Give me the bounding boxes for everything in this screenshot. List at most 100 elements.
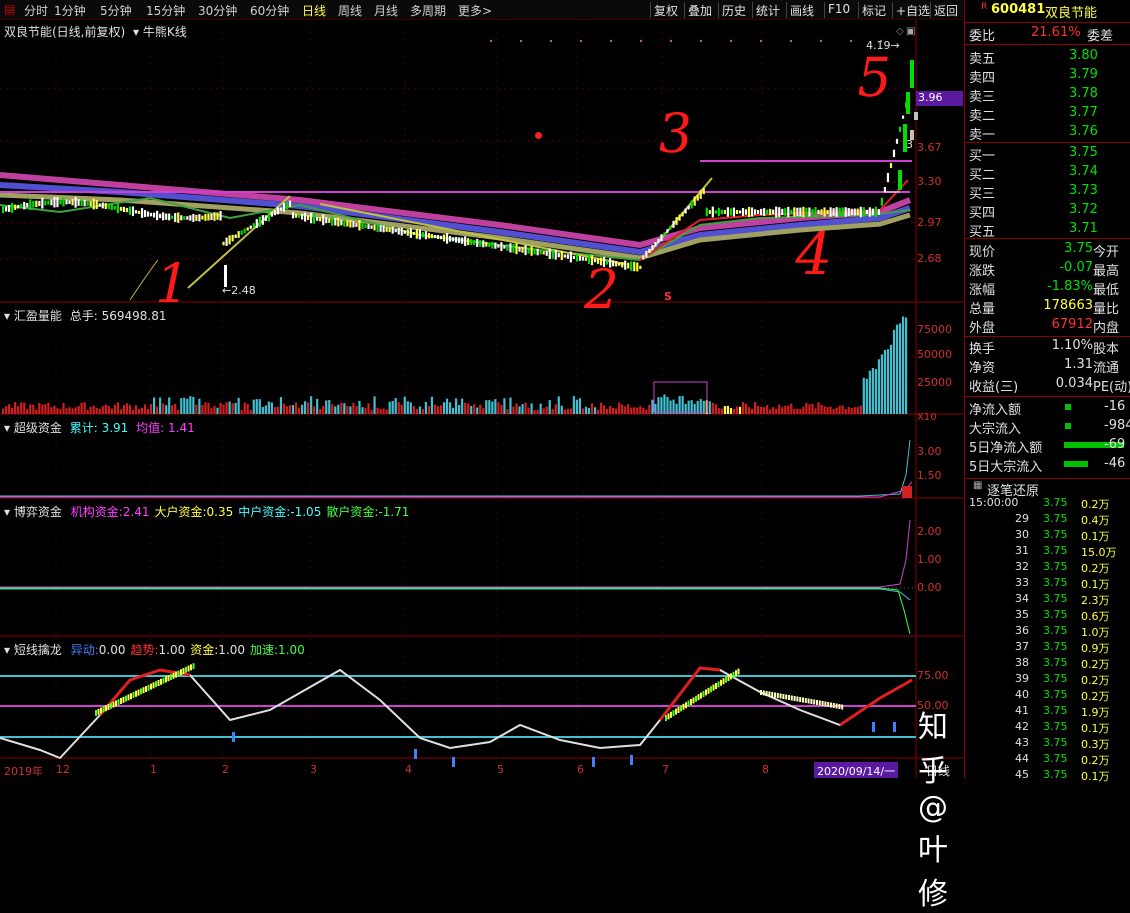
candle bbox=[424, 231, 427, 240]
signal-bar bbox=[95, 710, 97, 716]
volume-bar bbox=[32, 404, 35, 414]
candle bbox=[316, 217, 319, 221]
toolbar-button[interactable]: 叠加 bbox=[688, 2, 712, 19]
candle bbox=[720, 209, 723, 215]
game-funds-dropdown-icon[interactable]: ▾ bbox=[4, 505, 10, 519]
tick-volume: 0.1万 bbox=[1081, 578, 1110, 591]
menu-icon[interactable]: ▤ bbox=[4, 2, 15, 16]
webi-row: 委比 21.61% 委差 bbox=[969, 25, 1129, 44]
toolbar-button[interactable]: 标记 bbox=[862, 2, 886, 19]
candle bbox=[26, 202, 29, 208]
quote-stat-value: 1.31 bbox=[1064, 357, 1093, 372]
tick-time: 30 bbox=[1015, 528, 1029, 541]
period-tab[interactable]: 周线 bbox=[338, 2, 362, 19]
super-funds-title[interactable]: 超级资金 bbox=[14, 421, 62, 435]
candle bbox=[750, 207, 754, 217]
volume-bar bbox=[847, 406, 850, 414]
volume-bar bbox=[26, 409, 29, 414]
buy-level-price: 3.75 bbox=[1069, 145, 1098, 160]
toolbar-button[interactable]: 复权 bbox=[654, 2, 678, 19]
volume-bar bbox=[68, 407, 71, 414]
volume-bar bbox=[584, 406, 588, 414]
sell-signal-marker: S bbox=[664, 290, 672, 303]
candle bbox=[868, 207, 871, 217]
period-tab[interactable]: 更多> bbox=[458, 2, 492, 19]
signal-bar bbox=[102, 706, 105, 713]
volume-bar bbox=[451, 407, 455, 414]
volume-title[interactable]: 汇盈量能 bbox=[14, 309, 62, 323]
period-tab[interactable]: 分时 bbox=[24, 2, 48, 19]
volume-bar bbox=[394, 398, 397, 414]
candle bbox=[364, 224, 367, 229]
candle bbox=[156, 210, 159, 221]
volume-bar bbox=[711, 402, 714, 414]
signal-bar bbox=[762, 690, 765, 696]
kline-dropdown-icon[interactable]: ▾ bbox=[133, 25, 139, 39]
volume-bar bbox=[820, 404, 823, 414]
candle bbox=[512, 244, 515, 253]
buy-level-price: 3.71 bbox=[1069, 221, 1098, 236]
tick-row: 32 3.75 0.2万 bbox=[965, 560, 1128, 576]
period-tab[interactable]: 月线 bbox=[374, 2, 398, 19]
short-line-title[interactable]: 短线擒龙 bbox=[14, 643, 62, 657]
candle bbox=[445, 233, 449, 244]
period-tab[interactable]: 1分钟 bbox=[54, 2, 86, 19]
candle bbox=[71, 199, 74, 206]
volume-bar bbox=[494, 399, 497, 414]
toolbar-button[interactable]: F10 bbox=[828, 2, 850, 16]
short-line-item-value: 0.00 bbox=[98, 643, 126, 657]
candle bbox=[820, 209, 823, 215]
super-funds-dropdown-icon[interactable]: ▾ bbox=[4, 421, 10, 435]
period-tab[interactable]: 5分钟 bbox=[100, 2, 132, 19]
volume-bar bbox=[793, 408, 796, 414]
volume-bar bbox=[183, 397, 186, 414]
tick-volume: 1.0万 bbox=[1081, 626, 1110, 639]
volume-bar bbox=[421, 409, 424, 414]
candle bbox=[708, 210, 711, 214]
volume-bar bbox=[763, 407, 766, 414]
avg-value: 1.41 bbox=[168, 421, 195, 435]
tick-row: 15:00:00 3.75 0.2万 bbox=[965, 496, 1128, 512]
tick-row: 30 3.75 0.1万 bbox=[965, 528, 1128, 544]
volume-bar bbox=[340, 402, 343, 414]
period-tab[interactable]: 15分钟 bbox=[146, 2, 185, 19]
signal-bar bbox=[120, 698, 122, 704]
volume-bar bbox=[267, 401, 270, 414]
volume-dropdown-icon[interactable]: ▾ bbox=[4, 309, 10, 323]
volume-bar bbox=[189, 396, 192, 414]
candle bbox=[421, 232, 424, 238]
toolbar-button[interactable]: +自选 bbox=[896, 2, 930, 19]
toolbar-button[interactable]: 历史 bbox=[722, 2, 746, 19]
period-tab[interactable]: 多周期 bbox=[410, 2, 446, 19]
tick-row: 41 3.75 1.9万 bbox=[965, 704, 1128, 720]
toolbar-button[interactable]: 返回 bbox=[934, 2, 958, 19]
ticks-toggle-icon[interactable]: ▦ bbox=[973, 480, 982, 491]
signal-bar bbox=[117, 699, 120, 706]
x-axis-label: 2 bbox=[222, 763, 229, 776]
volume-bar bbox=[237, 397, 240, 414]
period-tab[interactable]: 日线 bbox=[302, 2, 326, 19]
period-tab[interactable]: 60分钟 bbox=[250, 2, 289, 19]
game-funds-title[interactable]: 博弈资金 bbox=[14, 505, 62, 519]
volume-bar bbox=[71, 408, 74, 414]
short-line-dropdown-icon[interactable]: ▾ bbox=[4, 643, 10, 657]
toolbar-button[interactable]: 统计 bbox=[756, 2, 780, 19]
candle bbox=[285, 201, 289, 210]
expand-icon[interactable]: ▣ bbox=[906, 26, 915, 37]
candle bbox=[288, 200, 292, 207]
volume-bar bbox=[439, 405, 443, 414]
period-tab[interactable]: 30分钟 bbox=[198, 2, 237, 19]
diamond-icon[interactable]: ◇ bbox=[896, 26, 904, 37]
signal-bar bbox=[177, 670, 180, 677]
tick-volume: 0.1万 bbox=[1081, 770, 1110, 783]
low-price-label: ←2.48 bbox=[222, 284, 256, 297]
volume-bar bbox=[415, 409, 418, 414]
kline-title: 双良节能(日线,前复权) bbox=[4, 25, 126, 39]
signal-bar bbox=[807, 698, 810, 704]
volume-bar bbox=[382, 408, 385, 414]
fund-flow-row: 5日净流入额 -69 bbox=[969, 437, 1129, 456]
candle bbox=[500, 242, 503, 251]
kline-indicator[interactable]: 牛熊K线 bbox=[143, 25, 187, 39]
toolbar-button[interactable]: 画线 bbox=[790, 2, 814, 19]
candle bbox=[645, 250, 648, 258]
